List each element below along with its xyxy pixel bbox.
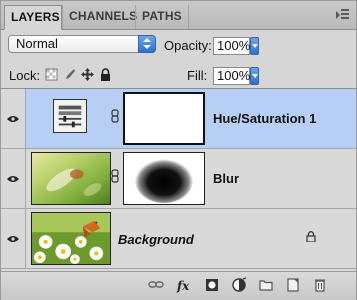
layer-style-fx-icon[interactable]: fx — [176, 277, 192, 293]
blend-mode-stepper-icon[interactable] — [138, 35, 156, 53]
lock-position-icon[interactable] — [81, 68, 94, 81]
blurred-photo-thumbnail[interactable] — [31, 152, 111, 205]
fill-label: Fill: — [187, 68, 208, 83]
tab-layers[interactable]: LAYERS — [4, 5, 62, 30]
panel-menu-icon[interactable] — [336, 9, 350, 21]
mask-link-icon[interactable] — [111, 169, 119, 183]
svg-text:fx: fx — [176, 279, 190, 293]
layer-mask-thumbnail[interactable] — [123, 92, 205, 145]
visibility-toggle[interactable] — [1, 209, 26, 268]
panel-bottom-bar: fx — [1, 271, 356, 300]
visibility-toggle[interactable] — [1, 149, 26, 208]
link-layers-icon[interactable] — [148, 277, 164, 293]
layer-name[interactable]: Background — [118, 232, 194, 247]
new-layer-icon[interactable] — [285, 277, 301, 293]
mask-link-icon[interactable] — [111, 109, 119, 123]
trash-icon[interactable] — [312, 277, 328, 293]
fill-field[interactable]: 100% — [213, 67, 250, 85]
layer-name[interactable]: Hue/Saturation 1 — [213, 111, 316, 126]
layers-list: Hue/Saturation 1 Blur Background — [1, 88, 356, 271]
layer-row-hue-saturation[interactable]: Hue/Saturation 1 — [1, 89, 356, 149]
eye-icon — [7, 176, 19, 182]
opacity-label: Opacity: — [164, 38, 212, 53]
layer-row-background[interactable]: Background — [1, 209, 356, 269]
blend-mode-value: Normal — [16, 36, 58, 51]
layer-row-blur[interactable]: Blur — [1, 149, 356, 209]
adjustment-layer-icon[interactable] — [231, 277, 247, 293]
background-photo-thumbnail[interactable] — [31, 212, 111, 265]
lock-transparent-icon[interactable] — [45, 68, 58, 81]
lock-label: Lock: — [9, 68, 41, 83]
add-mask-icon[interactable] — [204, 277, 220, 293]
eye-icon — [7, 116, 19, 122]
opacity-field[interactable]: 100% — [213, 37, 250, 55]
layer-name[interactable]: Blur — [213, 171, 239, 186]
fill-dropdown-icon[interactable] — [250, 67, 259, 85]
layer-locked-icon — [306, 231, 316, 242]
blend-mode-select[interactable]: Normal — [8, 35, 156, 53]
hue-saturation-adjustment-icon — [53, 99, 87, 133]
new-group-icon[interactable] — [258, 277, 274, 293]
tab-paths[interactable]: PATHS — [135, 5, 189, 29]
visibility-toggle[interactable] — [1, 89, 26, 148]
tab-channels[interactable]: CHANNELS — [62, 5, 137, 29]
blur-mask-thumbnail[interactable] — [123, 152, 205, 205]
opacity-dropdown-icon[interactable] — [250, 37, 259, 55]
layers-panel: LAYERS CHANNELS PATHS Normal Opacity: 10… — [0, 0, 357, 300]
lock-image-icon[interactable] — [63, 68, 76, 81]
lock-all-icon[interactable] — [99, 68, 112, 81]
panel-tab-bar: LAYERS CHANNELS PATHS — [1, 1, 356, 30]
eye-icon — [7, 236, 19, 242]
